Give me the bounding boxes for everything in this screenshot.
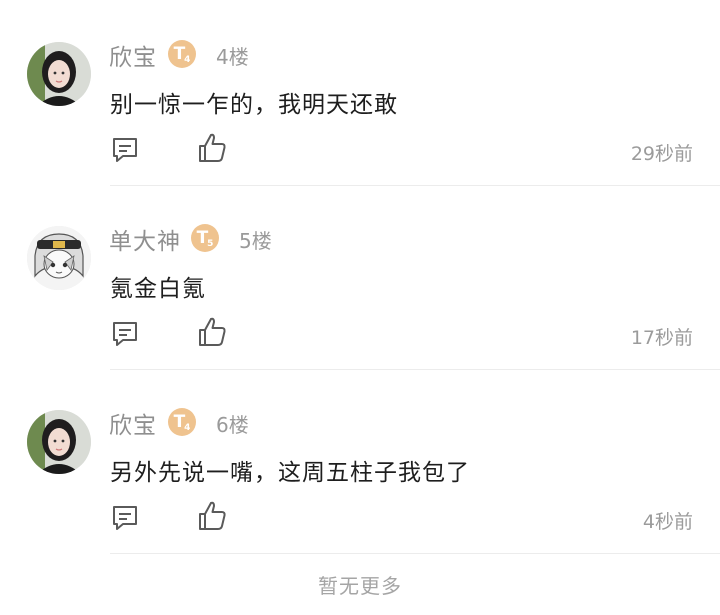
username[interactable]: 单大神 [109,222,181,256]
anime-character-icon [27,226,91,290]
reply-icon[interactable] [110,503,140,533]
comment-text: 氪金白氪 [110,276,206,302]
girl-portrait-icon [27,410,91,474]
thumbs-up-icon[interactable] [197,132,227,164]
comment-item: 单大神 T5 5楼 氪金白氪 17秒前 [0,192,720,376]
level-badge: T4 [168,408,196,436]
avatar[interactable] [27,226,91,290]
avatar[interactable] [27,410,91,474]
username[interactable]: 欣宝 [109,38,157,72]
timestamp: 29秒前 [630,143,693,165]
girl-portrait-icon [27,42,91,106]
thumbs-up-icon[interactable] [197,316,227,348]
divider [110,369,720,370]
reply-icon[interactable] [110,319,140,349]
level-badge: T4 [168,40,196,68]
reply-icon[interactable] [110,135,140,165]
floor-number: 4楼 [216,45,249,69]
floor-number: 6楼 [216,413,249,437]
divider [110,553,720,554]
level-badge: T5 [191,224,219,252]
timestamp: 17秒前 [630,327,693,349]
divider [110,185,720,186]
username[interactable]: 欣宝 [109,406,157,440]
comment-text: 别一惊一乍的，我明天还敢 [110,92,398,118]
avatar[interactable] [27,42,91,106]
timestamp: 4秒前 [642,511,693,533]
floor-number: 5楼 [239,229,272,253]
comment-item: 欣宝 T4 4楼 别一惊一乍的，我明天还敢 29秒前 [0,8,720,192]
no-more-label: 暂无更多 [318,574,402,598]
comment-item: 欣宝 T4 6楼 另外先说一嘴，这周五柱子我包了 4秒前 [0,376,720,560]
thumbs-up-icon[interactable] [197,500,227,532]
comment-text: 另外先说一嘴，这周五柱子我包了 [110,460,470,486]
